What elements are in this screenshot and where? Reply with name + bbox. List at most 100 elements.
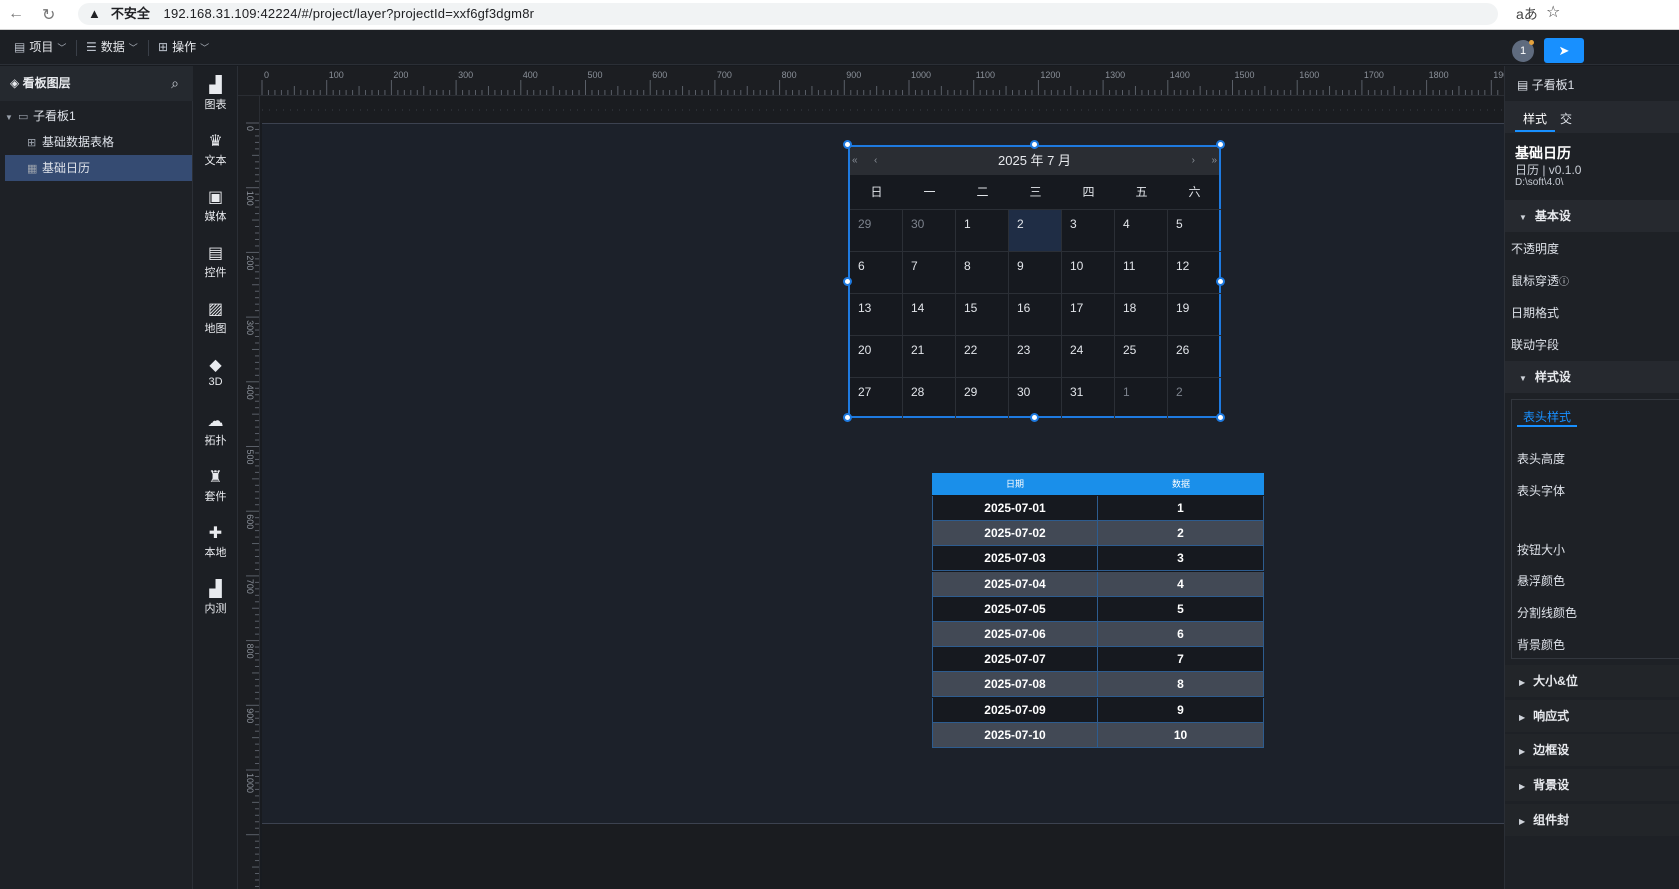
calendar-day[interactable]: 9: [1009, 251, 1062, 293]
calendar-day[interactable]: 31: [1062, 377, 1115, 419]
back-icon[interactable]: ←: [8, 5, 24, 23]
menu-data[interactable]: ☰ 数据 ﹀: [86, 30, 138, 65]
section-responsive[interactable]: ▶ 响应式: [1505, 700, 1679, 732]
address-bar[interactable]: ▲ 不安全 192.168.31.109:42224/#/project/laye…: [78, 3, 1498, 25]
component-chart[interactable]: ▟ 图表: [193, 76, 238, 112]
table-row[interactable]: 2025-07-05 5: [932, 596, 1264, 622]
calendar-day[interactable]: 29: [956, 377, 1009, 419]
component-media[interactable]: ▣ 媒体: [193, 188, 238, 224]
component-text[interactable]: ♛ 文本: [193, 132, 238, 168]
menu-operation[interactable]: ⊞ 操作 ﹀: [158, 30, 209, 65]
calendar-day[interactable]: 17: [1062, 293, 1115, 335]
table-row[interactable]: 2025-07-07 7: [932, 647, 1264, 673]
data-table-widget[interactable]: 日期 数据 2025-07-01 1 2025-07-02 2 2025-07-03 3 2…: [932, 473, 1264, 748]
table-header-date[interactable]: 日期: [932, 473, 1098, 495]
section-basic[interactable]: ▼ 基本设: [1505, 200, 1679, 232]
section-background[interactable]: ▶ 背景设: [1505, 769, 1679, 801]
resize-handle[interactable]: [1030, 413, 1039, 422]
calendar-day[interactable]: 30: [903, 209, 956, 251]
next-year-icon[interactable]: »: [1211, 147, 1217, 175]
star-icon[interactable]: ☆: [1546, 2, 1560, 22]
tab-style[interactable]: 样式: [1523, 110, 1547, 127]
table-row[interactable]: 2025-07-02 2: [932, 521, 1264, 547]
next-month-icon[interactable]: ›: [1192, 147, 1195, 175]
table-row[interactable]: 2025-07-08 8: [932, 672, 1264, 698]
calendar-day[interactable]: 20: [850, 335, 903, 377]
section-component-wrap[interactable]: ▶ 组件封: [1505, 804, 1679, 836]
tab-indicator: [1515, 130, 1555, 132]
calendar-day[interactable]: 11: [1115, 251, 1168, 293]
calendar-day[interactable]: 4: [1115, 209, 1168, 251]
prev-month-icon[interactable]: ‹: [874, 147, 877, 175]
resize-handle[interactable]: [1030, 140, 1039, 149]
resize-handle[interactable]: [843, 140, 852, 149]
calendar-day[interactable]: 8: [956, 251, 1009, 293]
component-local[interactable]: ✚ 本地: [193, 524, 238, 560]
resize-handle[interactable]: [1216, 413, 1225, 422]
calendar-day[interactable]: 5: [1168, 209, 1221, 251]
help-icon[interactable]: ⓘ: [1559, 277, 1569, 288]
tab-interaction[interactable]: 交: [1560, 110, 1572, 127]
calendar-day[interactable]: 18: [1115, 293, 1168, 335]
resize-handle[interactable]: [1216, 277, 1225, 286]
resize-handle[interactable]: [843, 277, 852, 286]
resize-handle[interactable]: [1216, 140, 1225, 149]
table-row[interactable]: 2025-07-10 10: [932, 722, 1264, 748]
calendar-day[interactable]: 13: [850, 293, 903, 335]
prev-year-icon[interactable]: «: [852, 147, 858, 175]
publish-button[interactable]: ➤: [1544, 38, 1584, 63]
tree-item-root[interactable]: ▼ ▭ 子看板1: [5, 103, 192, 129]
caret-right-icon: ▶: [1519, 817, 1526, 826]
table-header-value[interactable]: 数据: [1098, 473, 1264, 495]
component-beta[interactable]: ▟ 内测: [193, 580, 238, 616]
section-style[interactable]: ▼ 样式设: [1505, 361, 1679, 393]
calendar-day[interactable]: 2: [1009, 209, 1062, 251]
component-topology[interactable]: ☁ 拓扑: [193, 412, 238, 448]
table-row[interactable]: 2025-07-09 9: [932, 697, 1264, 723]
component-3d[interactable]: ◆ 3D: [193, 356, 238, 388]
calendar-day[interactable]: 21: [903, 335, 956, 377]
calendar-day[interactable]: 29: [850, 209, 903, 251]
calendar-day[interactable]: 12: [1168, 251, 1221, 293]
calendar-day[interactable]: 25: [1115, 335, 1168, 377]
component-control[interactable]: ▤ 控件: [193, 244, 238, 280]
calendar-day[interactable]: 19: [1168, 293, 1221, 335]
calendar-day[interactable]: 1: [956, 209, 1009, 251]
calendar-day[interactable]: 6: [850, 251, 903, 293]
tree-item-table[interactable]: ⊞ 基础数据表格: [5, 129, 192, 155]
ruler-horizontal[interactable]: 0 100 200 300 400 500 600 700 800 900 1000 1100 1200…: [238, 66, 1504, 96]
calendar-day[interactable]: 24: [1062, 335, 1115, 377]
subtab-header-style[interactable]: 表头样式: [1523, 408, 1571, 425]
component-suite[interactable]: ♜ 套件: [193, 468, 238, 504]
reload-icon[interactable]: ↻: [42, 5, 55, 25]
menu-project[interactable]: ▤ 项目 ﹀: [14, 30, 66, 65]
calendar-day[interactable]: 22: [956, 335, 1009, 377]
calendar-day[interactable]: 23: [1009, 335, 1062, 377]
tree-item-calendar[interactable]: ▦ 基础日历: [5, 155, 192, 181]
calendar-day[interactable]: 7: [903, 251, 956, 293]
table-row[interactable]: 2025-07-06 6: [932, 622, 1264, 647]
calendar-day[interactable]: 14: [903, 293, 956, 335]
avatar[interactable]: 1: [1512, 40, 1534, 62]
ruler-vertical[interactable]: 0 100 200 300 400 500 600 700 800 900 1000: [238, 96, 260, 889]
calendar-day[interactable]: 27: [850, 377, 903, 419]
calendar-day[interactable]: 26: [1168, 335, 1221, 377]
table-row[interactable]: 2025-07-03 3: [932, 546, 1264, 572]
calendar-day[interactable]: 16: [1009, 293, 1062, 335]
component-map[interactable]: ▨ 地图: [193, 300, 238, 336]
section-border[interactable]: ▶ 边框设: [1505, 734, 1679, 766]
search-icon[interactable]: ⌕: [171, 66, 179, 101]
calendar-day[interactable]: 2: [1168, 377, 1221, 419]
grid-icon: ⊞: [158, 40, 169, 54]
resize-handle[interactable]: [843, 413, 852, 422]
reader-icon[interactable]: aあ: [1516, 4, 1538, 24]
calendar-day[interactable]: 1: [1115, 377, 1168, 419]
table-row[interactable]: 2025-07-01 1: [932, 496, 1264, 521]
table-row[interactable]: 2025-07-04 4: [932, 571, 1264, 597]
section-size-position[interactable]: ▶ 大小&位: [1505, 665, 1679, 697]
calendar-day[interactable]: 28: [903, 377, 956, 419]
calendar-day[interactable]: 3: [1062, 209, 1115, 251]
calendar-day[interactable]: 15: [956, 293, 1009, 335]
calendar-widget[interactable]: « ‹ 2025 年 7 月 › » 日一二三四五六 29 30 1 2 3 4 5 6 7 8 9 1…: [848, 145, 1221, 419]
calendar-day[interactable]: 10: [1062, 251, 1115, 293]
